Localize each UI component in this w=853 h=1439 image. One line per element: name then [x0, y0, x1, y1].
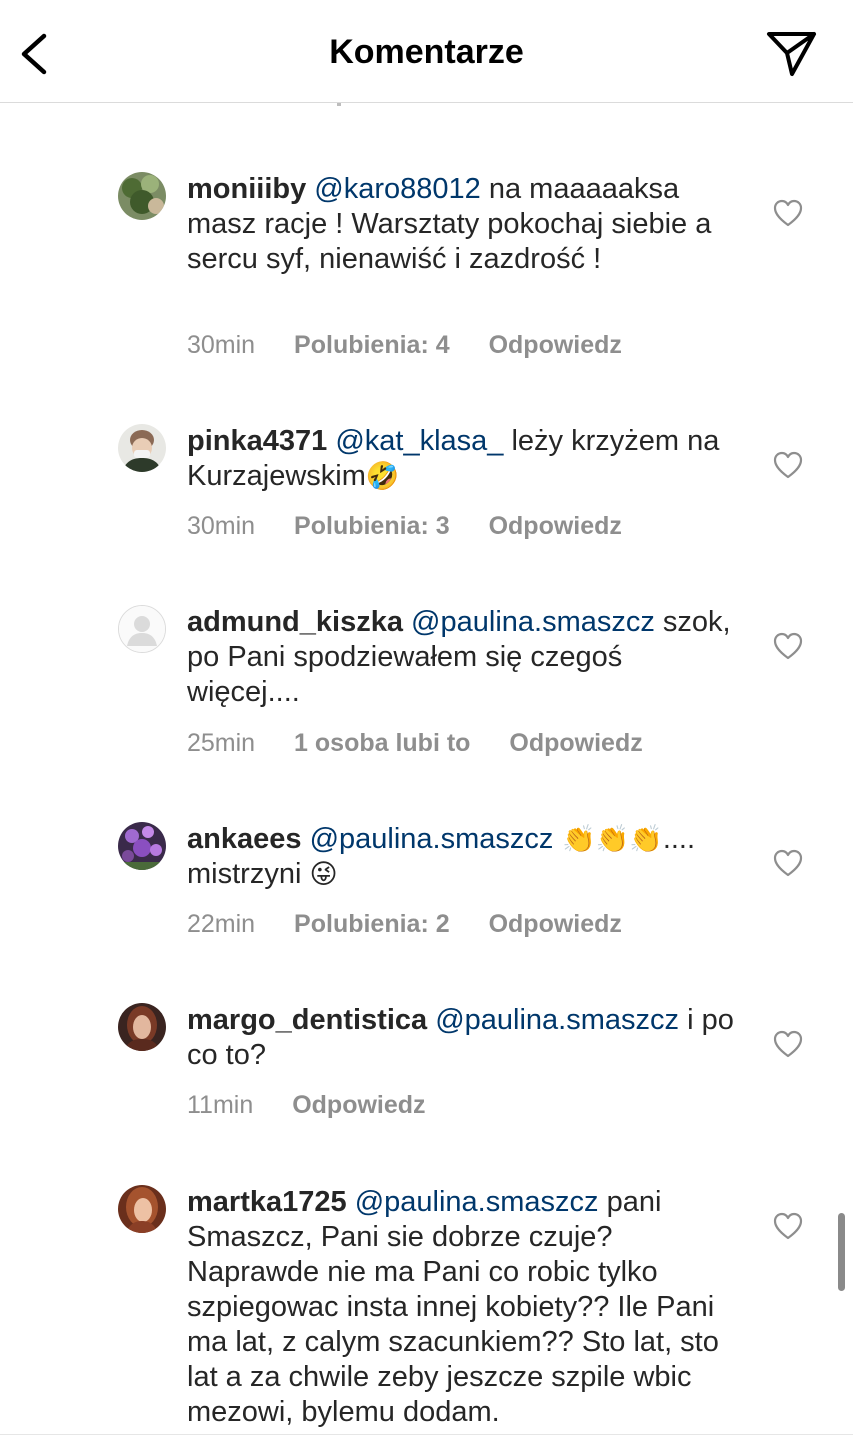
reply-button[interactable]: Odpowiedz	[489, 910, 622, 938]
comment-mention[interactable]: @paulina.smaszcz	[355, 1186, 599, 1218]
comment-text: pinka4371 @kat_klasa_ leży krzyżem na Ku…	[187, 424, 739, 494]
comment-username[interactable]: martka1725	[187, 1186, 347, 1218]
comment-meta: 30min Polubienia: 3 Odpowiedz	[187, 512, 654, 541]
page-title: Komentarze	[329, 33, 524, 71]
paper-plane-icon	[767, 32, 816, 76]
avatar[interactable]	[118, 1185, 166, 1233]
comment-meta: 30min Polubienia: 4 Odpowiedz	[187, 331, 654, 360]
comment-time: 25min	[187, 729, 256, 757]
comment-text: margo_dentistica @paulina.smaszcz i po c…	[187, 1003, 739, 1073]
like-button[interactable]	[773, 199, 803, 227]
comment-mention[interactable]: @paulina.smaszcz	[411, 606, 655, 638]
comment-mention[interactable]: @karo88012	[314, 173, 481, 205]
default-avatar-icon	[119, 606, 165, 652]
like-button[interactable]	[773, 1212, 803, 1240]
avatar[interactable]	[118, 424, 166, 472]
comment-username[interactable]: ankaees	[187, 823, 302, 855]
comment-time: 30min	[187, 512, 256, 540]
heart-outline-icon	[773, 451, 803, 479]
comment-text: martka1725 @paulina.smaszcz pani Smaszcz…	[187, 1185, 739, 1430]
clapping-emoji: 👏👏👏	[553, 824, 663, 855]
reply-button[interactable]: Odpowiedz	[509, 729, 642, 757]
comment-likes[interactable]: Polubienia: 4	[294, 331, 450, 359]
like-button[interactable]	[773, 632, 803, 660]
comment-text: ankaees @paulina.smaszcz 👏👏👏.... mistrzy…	[187, 822, 739, 892]
comment-time: 11min	[187, 1091, 254, 1119]
heart-outline-icon	[773, 199, 803, 227]
like-button[interactable]	[773, 451, 803, 479]
header-bar: Komentarze	[0, 0, 853, 103]
comment-time: 22min	[187, 910, 256, 938]
reply-button[interactable]: Odpowiedz	[292, 1091, 425, 1119]
comment-text: admund_kiszka @paulina.smaszcz szok, po …	[187, 605, 739, 710]
avatar[interactable]	[118, 822, 166, 870]
comment-mention[interactable]: @kat_klasa_	[335, 425, 503, 457]
comment-username[interactable]: moniiiby	[187, 173, 306, 205]
comment-likes[interactable]: 1 osoba lubi to	[294, 729, 470, 757]
comment-likes[interactable]: Polubienia: 3	[294, 512, 450, 540]
comment-body: pani Smaszcz, Pani sie dobrze czuje? Nap…	[187, 1186, 719, 1428]
comment-time: 30min	[187, 331, 256, 359]
heart-outline-icon	[773, 1030, 803, 1058]
reply-button[interactable]: Odpowiedz	[489, 512, 622, 540]
heart-outline-icon	[773, 1212, 803, 1240]
heart-outline-icon	[773, 632, 803, 660]
heart-outline-icon	[773, 849, 803, 877]
scrollbar-thumb[interactable]	[838, 1213, 845, 1291]
comment-username[interactable]: pinka4371	[187, 425, 327, 457]
comment-meta: 11min Odpowiedz	[187, 1091, 458, 1120]
comment-meta: 25min 1 osoba lubi to Odpowiedz	[187, 729, 675, 758]
winking-tongue-emoji: 😜	[309, 859, 338, 890]
comment-username[interactable]: admund_kiszka	[187, 606, 403, 638]
divider	[0, 1434, 853, 1435]
like-button[interactable]	[773, 1030, 803, 1058]
rofl-emoji: 🤣	[365, 461, 400, 492]
comment-meta: 22min Polubienia: 2 Odpowiedz	[187, 910, 654, 939]
comment-text: moniiiby @karo88012 na maaaaaksa masz ra…	[187, 172, 739, 277]
avatar[interactable]	[118, 172, 166, 220]
avatar[interactable]	[118, 605, 166, 653]
reply-button[interactable]: Odpowiedz	[489, 331, 622, 359]
comment-mention[interactable]: @paulina.smaszcz	[435, 1004, 679, 1036]
comment-likes[interactable]: Polubienia: 2	[294, 910, 450, 938]
share-button[interactable]	[764, 28, 818, 78]
comment-username[interactable]: margo_dentistica	[187, 1004, 427, 1036]
comment-mention[interactable]: @paulina.smaszcz	[310, 823, 554, 855]
avatar[interactable]	[118, 1003, 166, 1051]
like-button[interactable]	[773, 849, 803, 877]
